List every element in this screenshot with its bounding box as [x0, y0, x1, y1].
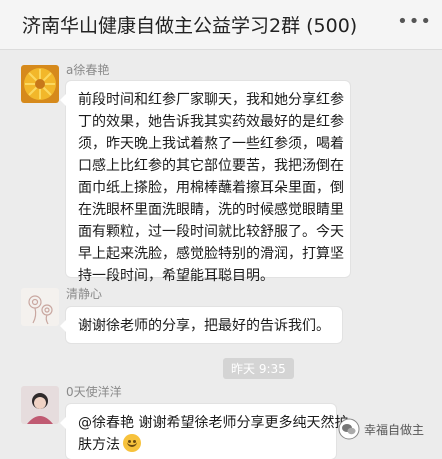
timestamp: 昨天 9:35: [223, 358, 294, 379]
watermark-text: 幸福自做主: [364, 422, 425, 437]
message-line: 前段时间和红参厂家聊天，我和她分享红参: [78, 92, 344, 108]
message-line: 肤方法: [78, 434, 326, 456]
message-line: 早上起来洗脸，感觉脸特别的滑润，打算坚: [78, 246, 344, 262]
message-line: 口感上比红参的其它部位要苦，我把汤倒在: [78, 158, 344, 174]
wechat-logo-icon: [338, 418, 360, 440]
sender-name: a徐春艳: [66, 63, 110, 77]
chat-header: 济南华山健康自做主公益学习2群 (500) •••: [0, 0, 442, 50]
avatar[interactable]: [21, 65, 59, 103]
sender-name: 清静心: [66, 287, 103, 301]
message-bubble[interactable]: 前段时间和红参厂家聊天，我和她分享红参 丁的效果，她告诉我其实药效最好的是红参 …: [60, 81, 350, 284]
watermark: 幸福自做主: [338, 418, 424, 440]
avatar[interactable]: [21, 386, 59, 424]
message-line: 持一段时间，希望能耳聪目明。: [78, 268, 274, 284]
message-line: 面巾纸上搽脸，用棉棒蘸着擦耳朵里面，倒: [78, 180, 344, 196]
chat-title: 济南华山健康自做主公益学习2群 (500): [22, 15, 358, 37]
message-line: 面有颗粒，过一段时间就比较舒服了。今天: [78, 224, 344, 240]
message-line: 在洗眼杯里面洗眼睛，洗的时候感觉眼睛里: [78, 202, 344, 218]
message-line: 谢谢徐老师的分享，把最好的告诉我们。: [78, 318, 330, 334]
avatar[interactable]: [21, 288, 59, 326]
smile-emoji-icon: [123, 434, 141, 452]
sender-name: 0天使洋洋: [66, 385, 122, 399]
more-dots-icon[interactable]: •••: [397, 13, 432, 31]
message-bubble[interactable]: @徐春艳 谢谢希望徐老师分享更多纯天然护 肤方法: [60, 404, 349, 459]
message-bubble[interactable]: 谢谢徐老师的分享，把最好的告诉我们。: [60, 307, 342, 343]
message-text: 肤方法: [78, 437, 120, 453]
message-line: @徐春艳 谢谢希望徐老师分享更多纯天然护: [78, 415, 349, 431]
message-line: 须，昨天晚上我试着熬了一些红参须，喝着: [78, 136, 344, 152]
message-line: 丁的效果，她告诉我其实药效最好的是红参: [78, 114, 344, 130]
